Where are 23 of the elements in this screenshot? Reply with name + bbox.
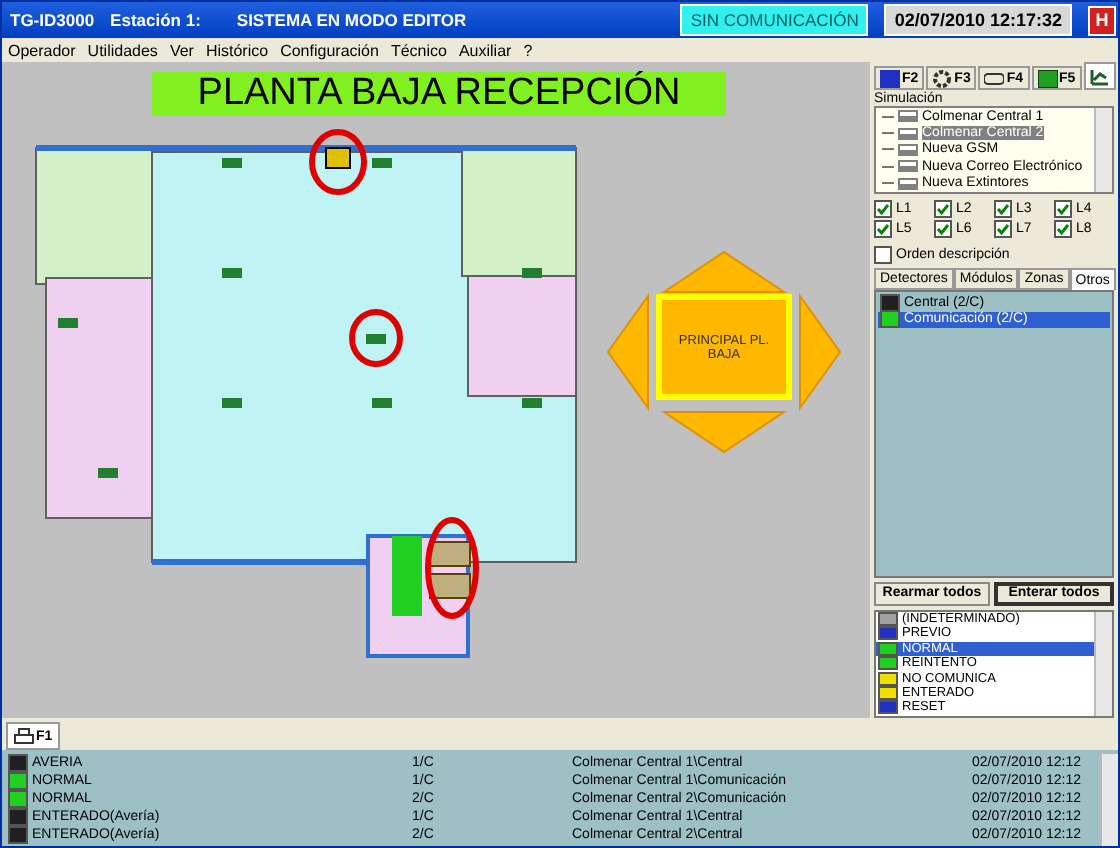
station-label: Estación 1: [110,10,201,30]
menu-item[interactable]: Auxiliar [458,41,512,59]
menu-item[interactable]: Configuración [280,41,379,59]
app-button[interactable]: H [1088,5,1116,35]
chart-icon [1089,67,1110,85]
scrollbar[interactable] [1100,754,1118,846]
scrollbar[interactable] [1094,611,1112,716]
menu-item[interactable]: Histórico [205,41,269,59]
clock: 02/07/2010 12:17:32 [884,4,1072,36]
toolbar-tab[interactable] [1083,62,1116,90]
key-icon [984,69,1005,87]
menu-item[interactable]: Utilidades [87,41,158,59]
gear-icon [932,69,953,87]
plan-title: PLANTA BAJA RECEPCIÓN [152,72,726,116]
menu-item[interactable]: Operador [8,41,76,59]
printer-icon [14,728,34,744]
app-name: TG-ID3000 [10,10,95,30]
scrollbar[interactable] [1094,108,1112,192]
mode-label: SISTEMA EN MODO EDITOR [236,10,467,30]
menu-item[interactable]: ? [523,41,533,59]
menu-item[interactable]: Técnico [390,41,447,59]
connection-status: SIN COMUNICACIÓN [680,4,869,36]
menu-item[interactable]: Ver [169,41,194,59]
